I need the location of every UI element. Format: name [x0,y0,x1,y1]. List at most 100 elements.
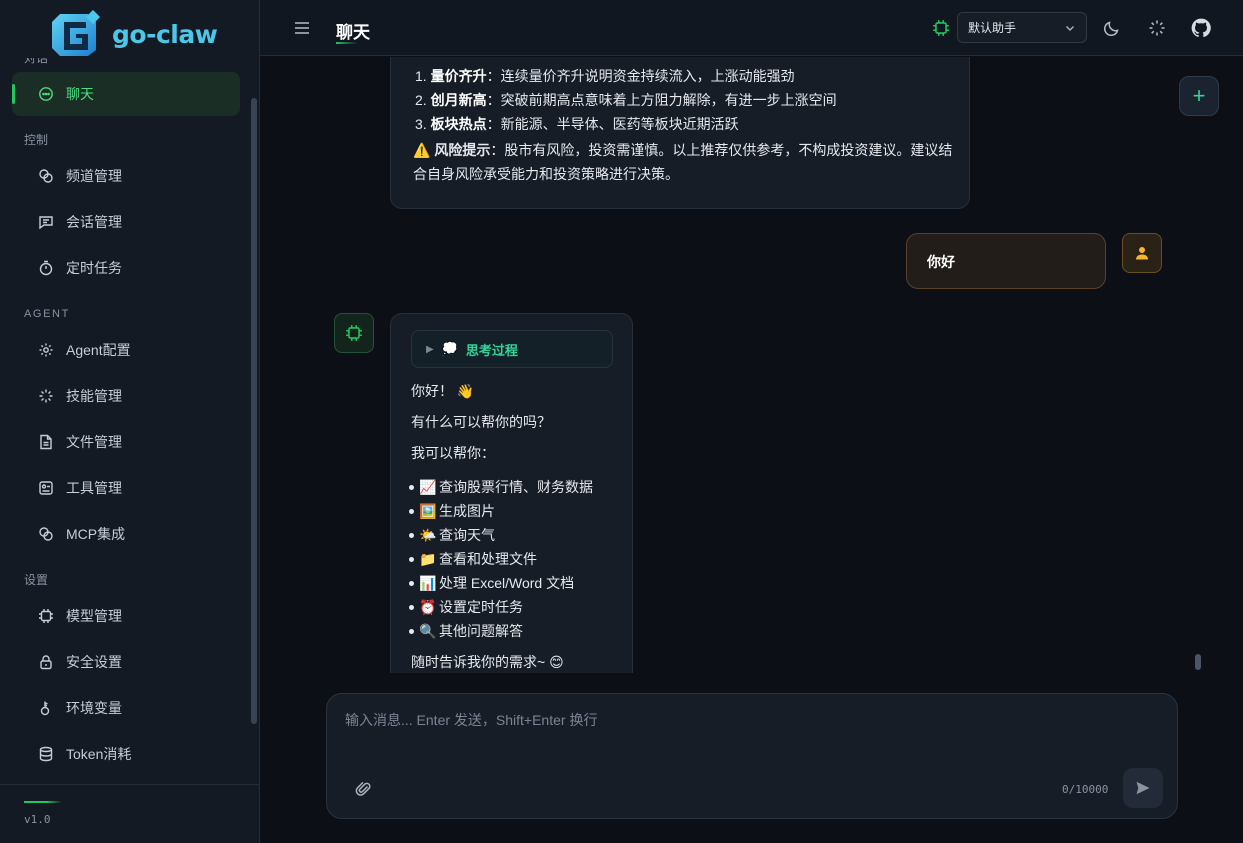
list-item: 🔍 其他问题解答 [409,619,626,643]
sidebar-item-label: 文件管理 [66,434,122,450]
section-label-control: 控制 [24,133,49,147]
chat-scrollbar[interactable] [1195,654,1201,670]
assistant-message-bubble: ▶ 💭 思考过程 你好！ 👋 有什么可以帮你的吗？ 我可以帮你： 📈 查询股票行情… [390,313,633,673]
gear-icon [39,343,53,357]
lock-icon [40,655,52,670]
sidebar-item-label: 环境变量 [66,700,122,716]
cpu-icon [933,20,949,36]
chat-area: 1. 量价齐升：连续量价齐升说明资金持续流入，上涨动能强劲 2. 创月新高：突破… [260,57,1243,673]
message-input[interactable] [345,710,1145,750]
intro-text: 我可以帮你： [411,445,495,461]
sidebar-nav: 对话 聊天 控制 频道管理 会话管理 定时任务 AGENT Agent配置 技能… [0,58,248,782]
ordered-list: 1. 量价齐升：连续量价齐升说明资金持续流入，上涨动能强劲 2. 创月新高：突破… [415,64,837,136]
sidebar-item-chat[interactable]: 聊天 [12,72,240,116]
plus-icon: + [1192,83,1206,108]
assistant-message-text: 你好！ 👋 有什么可以帮你的吗？ 我可以帮你： 📈 查询股票行情、财务数据 🖼️ 生… [409,380,626,673]
smile-icon: 😊 [549,654,564,670]
moon-icon[interactable] [1102,18,1122,38]
cpu-icon [346,325,362,341]
loader-icon[interactable] [1147,18,1167,38]
picture-icon: 🖼️ [419,503,437,519]
link-icon [39,527,53,541]
sidebar-item-label: 频道管理 [66,168,122,184]
user-icon [1136,247,1148,260]
closing-text: 随时告诉我你的需求~ 😊 [411,654,564,670]
database-icon [39,746,53,762]
file-icon [40,434,52,450]
send-button[interactable] [1123,768,1163,808]
assistant-message-bubble: 1. 量价齐升：连续量价齐升说明资金持续流入，上涨动能强劲 2. 创月新高：突破… [390,57,970,209]
message-square-icon [39,216,53,230]
sidebar-item-mcp[interactable]: MCP集成 [12,512,240,556]
chat-icon [39,87,53,101]
list-item: 2. 创月新高：突破前期高点意味着上方阻力解除，有进一步上涨空间 [415,92,837,108]
section-label-agent: AGENT [24,308,70,320]
sidebar-item-label: 聊天 [66,86,94,102]
sidebar-footer: v1.0 [0,784,259,843]
assistant-avatar [334,313,374,353]
sidebar-item-label: 工具管理 [66,480,122,496]
new-chat-button[interactable]: + [1179,76,1219,116]
thinking-label: 思考过程 [465,342,518,358]
weather-icon: 🌤️ [419,527,437,543]
version-label: v1.0 [24,813,51,826]
bar-chart-icon: 📊 [419,575,437,591]
sidebar-item-label: Agent配置 [66,342,131,358]
user-message-bubble: 你好 [906,233,1106,289]
greeting: 你好！ 👋 [411,383,475,399]
timer-icon [39,260,53,276]
section-label-settings: 设置 [24,573,49,587]
page-title: 聊天 [336,23,370,42]
sidebar-item-tools[interactable]: 工具管理 [12,466,240,510]
thinking-toggle[interactable]: ▶ 💭 思考过程 [411,330,613,368]
sidebar-item-skills[interactable]: 技能管理 [12,374,240,418]
capability-list: 📈 查询股票行情、财务数据 🖼️ 生成图片 🌤️ 查询天气 📁 查看和处理文件 📊 处理 … [409,475,626,643]
sidebar-scrollbar[interactable] [251,98,257,724]
github-icon[interactable] [1191,18,1211,38]
chevron-down-icon [1066,25,1074,31]
list-item: 🖼️ 生成图片 [409,499,626,523]
sidebar-item-scheduled-tasks[interactable]: 定时任务 [12,246,240,290]
cpu-icon [39,609,53,623]
sidebar-item-label: 会话管理 [66,214,122,230]
warning-icon: ⚠️ [413,142,431,158]
sidebar-item-label: Token消耗 [66,746,132,762]
link-icon [39,169,53,183]
assistant-select[interactable]: 默认助手 [957,12,1087,43]
sidebar-item-channels[interactable]: 频道管理 [12,154,240,198]
message-composer: 0/10000 [326,693,1178,819]
send-icon [1136,781,1150,795]
sidebar-item-label: 安全设置 [66,654,122,670]
list-item: 📊 处理 Excel/Word 文档 [409,571,626,595]
paperclip-icon[interactable] [355,780,373,798]
list-item: 📁 查看和处理文件 [409,547,626,571]
sidebar-item-files[interactable]: 文件管理 [12,420,240,464]
magnifier-icon: 🔍 [419,623,437,639]
sidebar-item-security[interactable]: 安全设置 [12,640,240,684]
section-label-chat: 对话 [24,58,49,65]
user-avatar [1122,233,1162,273]
assistant-select-value: 默认助手 [968,21,1017,35]
sidebar-item-agent-config[interactable]: Agent配置 [12,328,240,372]
question-text: 有什么可以帮你的吗？ [411,414,551,430]
chart-up-icon: 📈 [419,479,437,495]
folder-icon: 📁 [419,551,437,567]
brand-logo[interactable]: go-claw [48,10,218,58]
sidebar-item-token-usage[interactable]: Token消耗 [12,732,240,776]
sidebar-item-label: 定时任务 [66,260,122,276]
risk-warning: ⚠️ 风险提示：股市有风险，投资需谨慎。以上推荐仅供参考，不构成投资建议。建议结… [413,142,953,182]
sidebar-item-sessions[interactable]: 会话管理 [12,200,240,244]
title-underline [336,42,358,44]
sidebar-item-models[interactable]: 模型管理 [12,594,240,638]
alarm-clock-icon: ⏰ [419,599,437,615]
sidebar-item-label: 模型管理 [66,608,122,624]
key-icon [40,701,50,716]
list-item: 🌤️ 查询天气 [409,523,626,547]
list-item: 📈 查询股票行情、财务数据 [409,475,626,499]
sidebar-item-label: MCP集成 [66,526,126,542]
menu-icon[interactable] [292,18,312,38]
sidebar-item-env-vars[interactable]: 环境变量 [12,686,240,730]
list-item: ⏰ 设置定时任务 [409,595,626,619]
char-counter: 0/10000 [1062,783,1109,796]
footer-accent-line [24,801,62,803]
